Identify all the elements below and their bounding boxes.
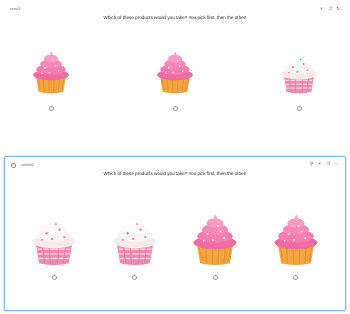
- close-icon[interactable]: ×: [318, 160, 321, 167]
- lightbulb-icon[interactable]: ⚲: [310, 160, 313, 167]
- card-select-checkbox[interactable]: [11, 163, 16, 168]
- card-toolbar: ⚲ × ⤨ ⋯: [310, 160, 339, 167]
- option-3-radio[interactable]: [296, 106, 302, 111]
- option-3[interactable]: [275, 47, 323, 111]
- white-frosting-cupcake-image: [280, 51, 318, 94]
- question-card-control2[interactable]: control2 ⚲ × ⤨ ⋯ Which of these products…: [4, 156, 346, 311]
- card-toolbar: × ⤨ ↻: [320, 5, 340, 12]
- question-card-cem11[interactable]: cem11 × ⤨ ↻ Which of these products woul…: [4, 2, 346, 150]
- card-id-label: cem11: [10, 7, 21, 11]
- pink-frosting-cupcake-image: [273, 214, 318, 266]
- option-2-radio[interactable]: [172, 106, 178, 111]
- pink-frosting-cupcake-image: [156, 51, 194, 94]
- option-1-radio[interactable]: [51, 275, 57, 280]
- close-icon[interactable]: ×: [320, 5, 323, 12]
- option-3-radio[interactable]: [212, 275, 218, 280]
- option-2[interactable]: [107, 209, 163, 280]
- card-id-label: control2: [21, 163, 34, 167]
- option-1[interactable]: [27, 47, 75, 111]
- option-1[interactable]: [26, 209, 82, 280]
- more-options-icon[interactable]: ⋯: [335, 160, 340, 167]
- option-4-radio[interactable]: [293, 275, 299, 280]
- question-text: Which of these products would you take? …: [103, 15, 247, 20]
- shuffle-icon[interactable]: ⤨: [326, 160, 330, 167]
- pink-frosting-cupcake-image: [32, 51, 70, 94]
- shuffle-icon[interactable]: ⤨: [328, 5, 332, 12]
- option-3[interactable]: [187, 209, 243, 280]
- option-2-radio[interactable]: [132, 275, 138, 280]
- pink-frosting-cupcake-image: [193, 214, 238, 266]
- options-row: [5, 209, 345, 280]
- white-frosting-cupcake-image: [112, 214, 157, 266]
- option-4[interactable]: [268, 209, 324, 280]
- refresh-icon[interactable]: ↻: [336, 5, 340, 12]
- option-1-radio[interactable]: [48, 106, 54, 111]
- options-row: [4, 47, 346, 111]
- option-2[interactable]: [151, 47, 199, 111]
- white-frosting-cupcake-image: [31, 214, 77, 266]
- question-text: Which of these products would you take? …: [103, 171, 247, 176]
